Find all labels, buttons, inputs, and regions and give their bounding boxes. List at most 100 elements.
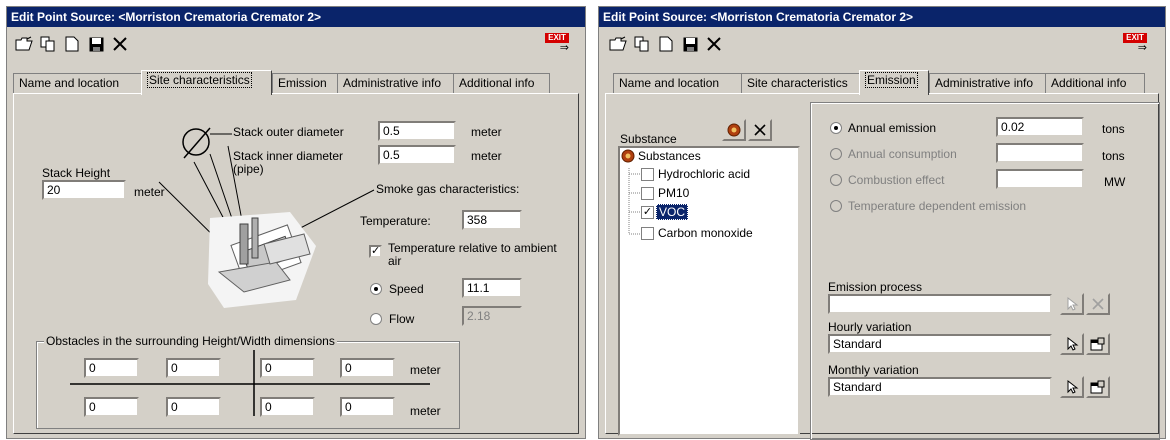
copy-icon[interactable] <box>631 33 653 55</box>
speed-input[interactable]: 11.1 <box>462 278 522 298</box>
hourly-variation-label: Hourly variation <box>828 320 912 334</box>
tab-site-characteristics[interactable]: Site characteristics <box>141 70 272 95</box>
emission-process-input[interactable] <box>828 294 1052 314</box>
tab-emission[interactable]: Emission <box>272 73 339 94</box>
combustion-effect-label: Combustion effect <box>848 173 945 187</box>
save-icon[interactable] <box>679 33 701 55</box>
obstacle-input[interactable]: 0 <box>340 397 395 417</box>
monthly-variation-label: Monthly variation <box>828 363 919 377</box>
temp-relative-label: Temperature relative to ambient <box>388 241 557 255</box>
temp-relative-checkbox[interactable]: ✓ <box>369 245 382 258</box>
inner-diameter-input[interactable]: 0.5 <box>378 145 456 165</box>
tab-additional-info[interactable]: Additional info <box>1045 73 1145 94</box>
obstacle-input[interactable]: 0 <box>166 397 221 417</box>
speed-label: Speed <box>389 282 424 296</box>
hourly-variation-properties-button[interactable] <box>1086 333 1110 355</box>
tab-administrative-info[interactable]: Administrative info <box>337 73 455 94</box>
tab-label: Administrative info <box>343 76 442 90</box>
flow-radio[interactable] <box>370 313 382 325</box>
substance-checkbox[interactable] <box>641 187 654 200</box>
hourly-variation-select-button[interactable] <box>1060 333 1084 355</box>
substance-checkbox[interactable]: ✓ <box>641 206 654 219</box>
exit-arrow-icon: ⇒ <box>1137 42 1147 54</box>
substance-tree[interactable]: Substances Hydrochloric acid PM10 ✓ VOC … <box>618 146 800 436</box>
temp-dependent-label: Temperature dependent emission <box>848 199 1027 213</box>
open-folder-icon[interactable] <box>13 33 35 55</box>
toolbar: EXIT ⇒ <box>7 29 585 59</box>
tab-label: Site characteristics <box>147 72 252 88</box>
exit-icon[interactable]: EXIT ⇒ <box>545 33 569 54</box>
obstacle-input[interactable]: 0 <box>260 358 315 378</box>
stack-height-input[interactable]: 20 <box>42 180 126 200</box>
flow-label: Flow <box>389 312 415 326</box>
emission-process-clear-button[interactable] <box>1086 293 1110 315</box>
substance-label: Substance <box>620 132 677 146</box>
monthly-variation-properties-button[interactable] <box>1086 376 1110 398</box>
flow-input[interactable]: 2.18 <box>462 306 522 326</box>
outer-diameter-input[interactable]: 0.5 <box>378 121 456 141</box>
obstacle-input[interactable]: 0 <box>84 397 139 417</box>
tab-label: Administrative info <box>935 76 1034 90</box>
delete-icon[interactable] <box>703 33 725 55</box>
speed-radio[interactable] <box>370 283 382 295</box>
obstacles-group-label: Obstacles in the surrounding Height/Widt… <box>44 334 337 348</box>
emission-panel: Substance Substances Hydrochloric acid P… <box>605 93 1160 440</box>
annual-consumption-input[interactable] <box>996 143 1084 163</box>
tab-label: Name and location <box>619 76 720 90</box>
obstacle-input[interactable]: 0 <box>340 358 395 378</box>
stack-height-label: Stack Height <box>42 166 111 180</box>
open-folder-icon[interactable] <box>607 33 629 55</box>
combustion-effect-radio[interactable] <box>830 174 842 186</box>
tree-root-substances[interactable]: Substances <box>638 149 701 163</box>
substance-item-selected[interactable]: VOC <box>656 204 689 220</box>
temp-relative-sublabel: air <box>388 254 402 268</box>
substances-folder-icon <box>621 149 635 163</box>
tab-label: Additional info <box>459 76 535 90</box>
tab-name-and-location[interactable]: Name and location <box>13 73 143 94</box>
copy-icon[interactable] <box>37 33 59 55</box>
properties-icon <box>1090 337 1105 351</box>
smoke-gas-label: Smoke gas characteristics: <box>376 182 520 196</box>
toolbar: EXIT ⇒ <box>599 29 1165 59</box>
exit-icon[interactable]: EXIT ⇒ <box>1123 33 1147 54</box>
tab-administrative-info[interactable]: Administrative info <box>929 73 1047 94</box>
temp-dependent-radio[interactable] <box>830 200 842 212</box>
tab-emission[interactable]: Emission <box>859 70 929 95</box>
outer-diameter-unit: meter <box>471 125 502 139</box>
tab-strip: Name and location Site characteristics E… <box>605 70 1159 95</box>
edit-point-source-window-emission: Edit Point Source: <Morriston Crematoria… <box>598 6 1166 440</box>
tab-site-characteristics[interactable]: Site characteristics <box>741 73 863 94</box>
new-document-icon[interactable] <box>61 33 83 55</box>
substance-checkbox[interactable] <box>641 168 654 181</box>
annual-emission-input[interactable]: 0.02 <box>996 117 1084 137</box>
obstacle-input[interactable]: 0 <box>260 397 315 417</box>
substance-item[interactable]: Hydrochloric acid <box>658 167 750 181</box>
temperature-label: Temperature: <box>360 214 431 228</box>
monthly-variation-input[interactable]: Standard <box>828 377 1052 397</box>
inner-diameter-sublabel: (pipe) <box>233 162 264 176</box>
pointer-icon <box>1067 296 1079 311</box>
temperature-input[interactable]: 358 <box>462 210 522 230</box>
annual-emission-radio[interactable] <box>830 122 842 134</box>
monthly-variation-select-button[interactable] <box>1060 376 1084 398</box>
annual-consumption-radio[interactable] <box>830 148 842 160</box>
emission-process-select-button[interactable] <box>1060 293 1084 315</box>
substance-item[interactable]: Carbon monoxide <box>658 226 753 240</box>
tab-label: Emission <box>865 72 918 88</box>
obstacle-input[interactable]: 0 <box>84 358 139 378</box>
hourly-variation-input[interactable]: Standard <box>828 334 1052 354</box>
obstacle-input[interactable]: 0 <box>166 358 221 378</box>
tab-label: Site characteristics <box>747 76 848 90</box>
remove-substance-button[interactable] <box>748 119 772 141</box>
edit-point-source-window-site: Edit Point Source: <Morriston Crematoria… <box>6 6 586 439</box>
tab-additional-info[interactable]: Additional info <box>453 73 550 94</box>
substance-item[interactable]: PM10 <box>658 186 689 200</box>
new-document-icon[interactable] <box>655 33 677 55</box>
annual-consumption-unit: tons <box>1102 149 1125 163</box>
save-icon[interactable] <box>85 33 107 55</box>
tab-name-and-location[interactable]: Name and location <box>613 73 743 94</box>
add-substance-button[interactable] <box>722 119 746 141</box>
combustion-effect-input[interactable] <box>996 169 1084 189</box>
delete-icon[interactable] <box>109 33 131 55</box>
substance-checkbox[interactable] <box>641 227 654 240</box>
